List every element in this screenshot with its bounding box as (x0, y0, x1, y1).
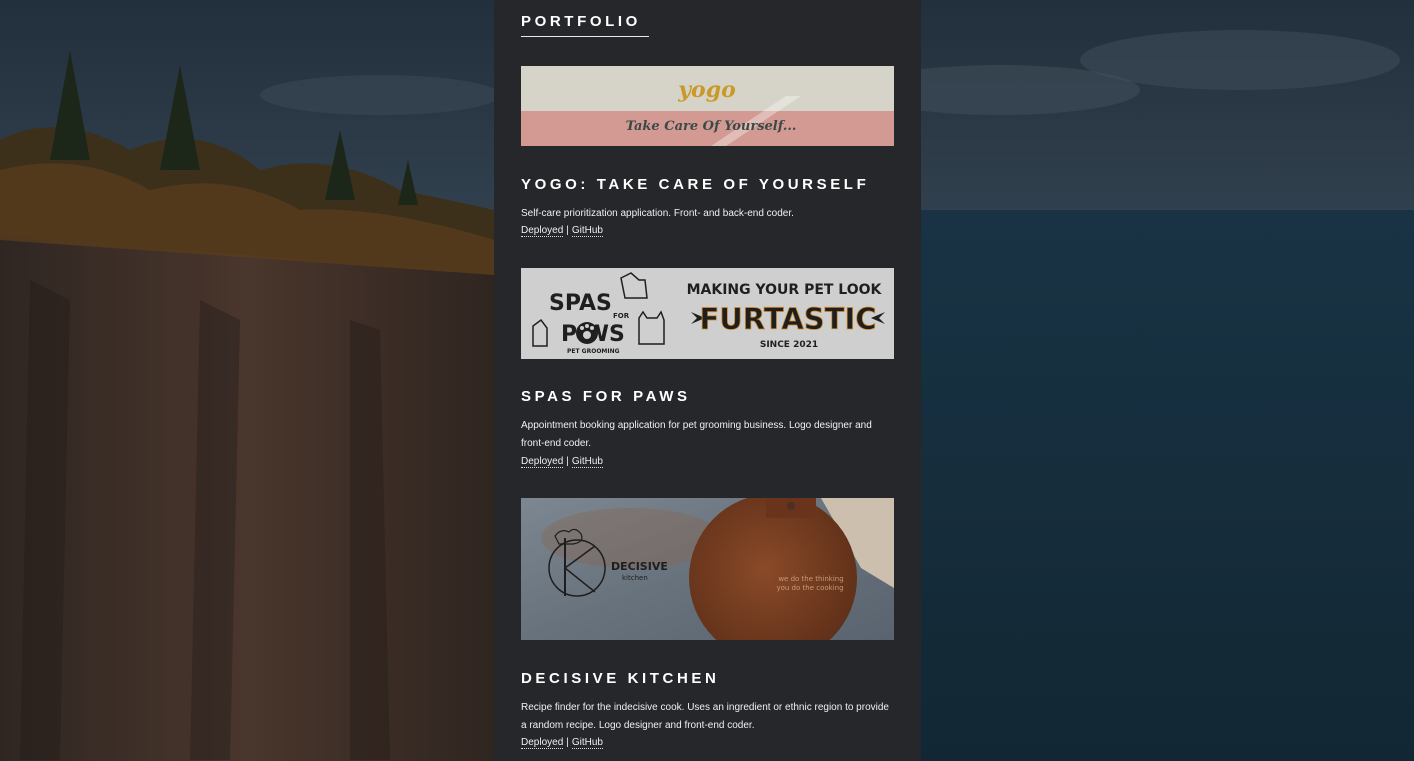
project-title-spas-for-paws: SPAS FOR PAWS (521, 388, 691, 405)
link-separator: | (566, 737, 569, 748)
spas-since: SINCE 2021 (760, 340, 818, 350)
deployed-link-yogo[interactable]: Deployed (521, 225, 564, 237)
link-separator: | (566, 225, 569, 236)
project-links-spas-for-paws: Deployed | GitHub (521, 455, 603, 469)
project-links-decisive-kitchen: Deployed | GitHub (521, 736, 603, 750)
decisive-brand-sub: kitchen (622, 574, 648, 582)
portfolio-panel: PORTFOLIO yogo Take Care Of Yourself... … (494, 0, 921, 761)
spas-for-paws-project-image[interactable]: SPAS FOR P WS PET GROOMING MAKING YOUR P… (521, 268, 894, 359)
project-title-yogo: YOGO: TAKE CARE OF YOURSELF (521, 176, 870, 193)
project-description-decisive-kitchen: Recipe finder for the indecisive cook. U… (521, 702, 889, 731)
portfolio-heading: PORTFOLIO (521, 13, 649, 37)
decisive-tagline-2: you do the cooking (776, 584, 843, 592)
yogo-project-image[interactable]: yogo Take Care Of Yourself... (521, 66, 894, 146)
github-link-spas-for-paws[interactable]: GitHub (571, 456, 603, 468)
spas-big-text: FURTASTIC (699, 302, 876, 336)
yogo-tagline-text: Take Care Of Yourself... (626, 119, 797, 134)
project-links-yogo: Deployed | GitHub (521, 224, 603, 238)
decisive-brand: DECISIVE (611, 560, 668, 573)
link-separator: | (566, 456, 569, 467)
yogo-logo-text: yogo (677, 77, 736, 103)
spas-headline: MAKING YOUR PET LOOK (687, 282, 883, 298)
project-description-yogo: Self-care prioritization application. Fr… (521, 208, 794, 219)
spas-logo-sub: PET GROOMING (567, 348, 620, 355)
deployed-link-spas-for-paws[interactable]: Deployed (521, 456, 564, 468)
decisive-kitchen-project-image[interactable]: DECISIVE kitchen we do the thinking you … (521, 498, 894, 640)
deployed-link-decisive-kitchen[interactable]: Deployed (521, 737, 564, 749)
spas-logo-for: FOR (613, 312, 630, 320)
cutting-board-image (689, 498, 857, 640)
project-description-spas-for-paws: Appointment booking application for pet … (521, 420, 872, 449)
project-title-decisive-kitchen: DECISIVE KITCHEN (521, 670, 720, 687)
github-link-decisive-kitchen[interactable]: GitHub (571, 737, 603, 749)
decisive-tagline-1: we do the thinking (778, 575, 843, 583)
spas-logo-line1: SPAS (549, 291, 612, 316)
github-link-yogo[interactable]: GitHub (571, 225, 603, 237)
